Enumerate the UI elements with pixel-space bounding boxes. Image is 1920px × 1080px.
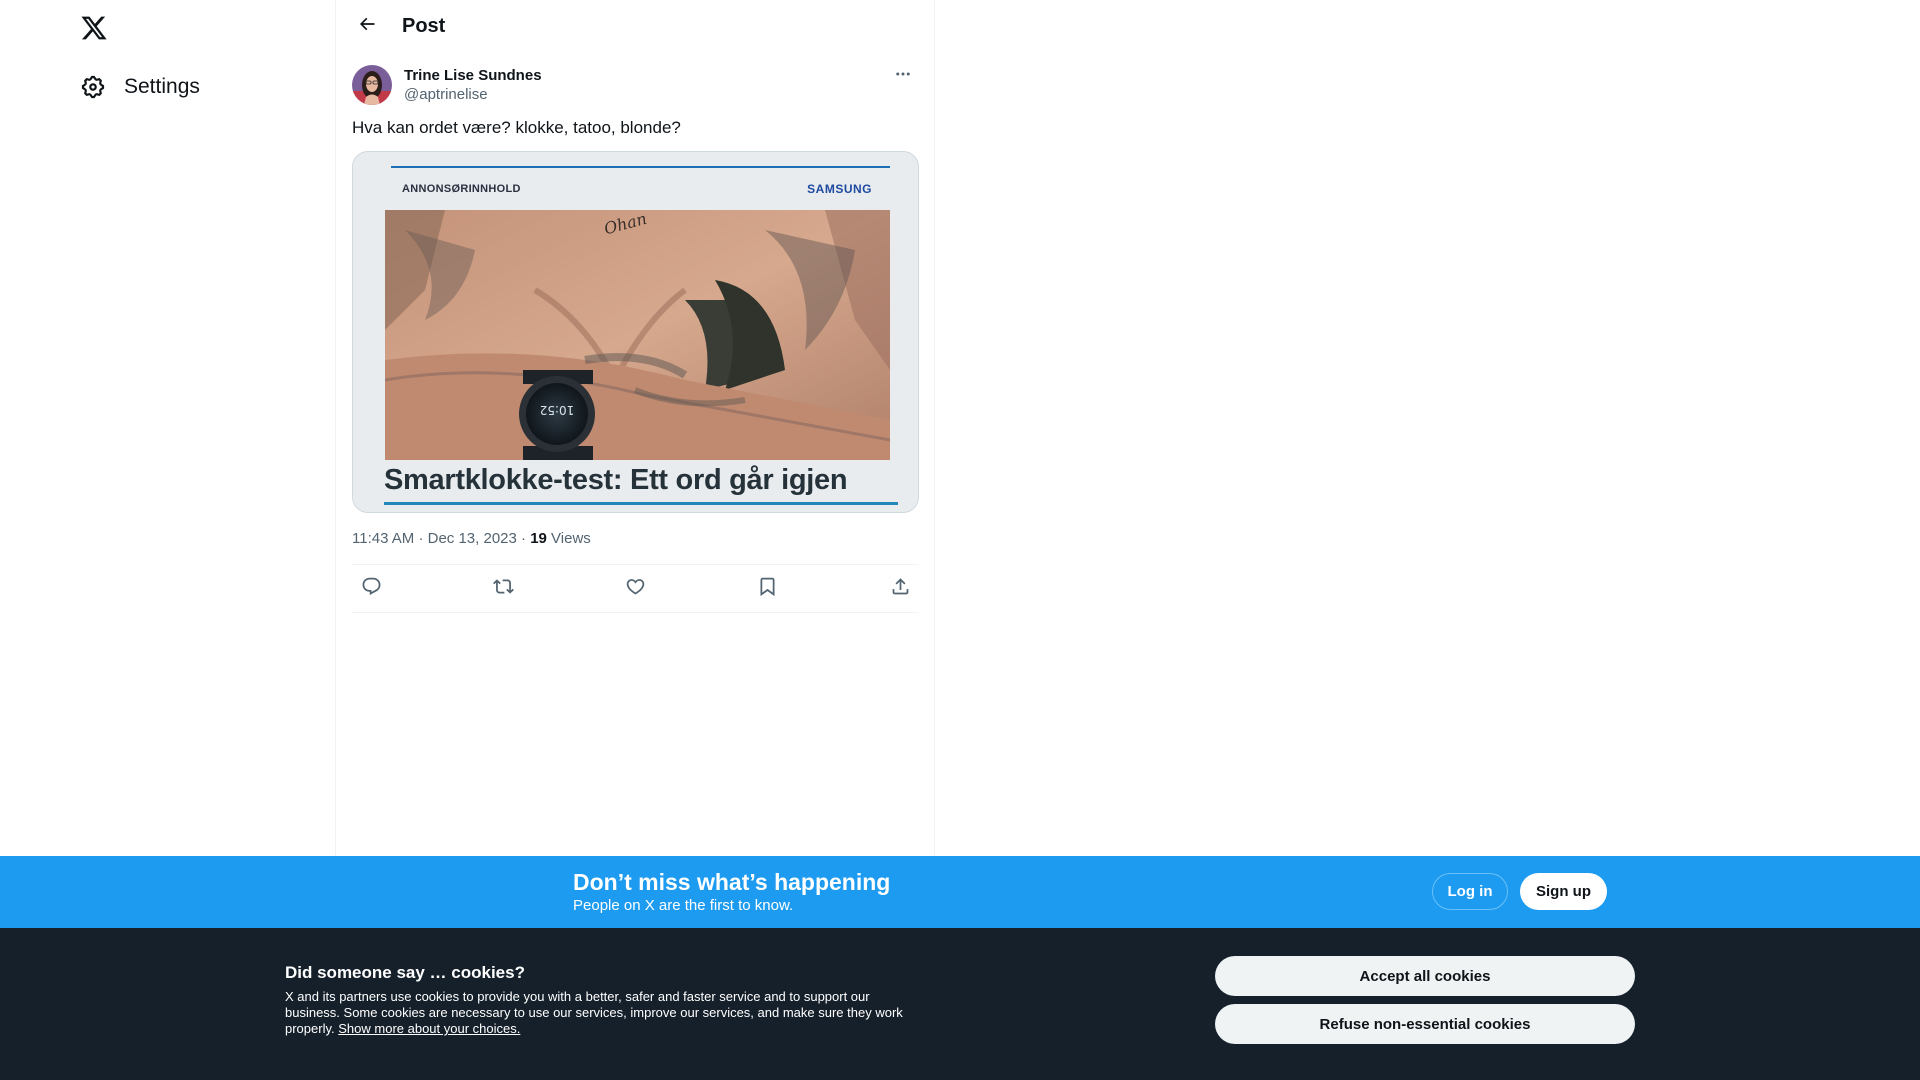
refuse-cookies-button[interactable]: Refuse non-essential cookies bbox=[1215, 1004, 1635, 1044]
media-photo: 10:52 Ohan bbox=[385, 210, 890, 460]
cookie-text: X and its partners use cookies to provid… bbox=[285, 989, 910, 1037]
cookie-title: Did someone say … cookies? bbox=[285, 963, 525, 982]
x-logo-icon[interactable] bbox=[80, 14, 108, 42]
ellipsis-icon bbox=[894, 65, 912, 88]
banner-subtitle: People on X are the first to know. bbox=[573, 897, 794, 914]
post-author: Trine Lise Sundnes @aptrinelise bbox=[352, 65, 918, 105]
like-icon bbox=[625, 576, 646, 602]
reply-button[interactable] bbox=[356, 574, 386, 604]
banner-text: Don’t miss what’s happening People on X … bbox=[573, 868, 890, 916]
post-text: Hva kan ordet være? klokke, tatoo, blond… bbox=[352, 118, 681, 137]
views-count: 19 bbox=[530, 530, 547, 547]
like-button[interactable] bbox=[621, 574, 651, 604]
bookmark-icon bbox=[757, 576, 778, 602]
sidebar-item-label: Settings bbox=[124, 75, 200, 98]
signup-banner: Don’t miss what’s happening People on X … bbox=[0, 856, 1920, 928]
left-nav: Settings bbox=[0, 0, 335, 856]
login-button[interactable]: Log in bbox=[1432, 873, 1508, 910]
avatar[interactable] bbox=[352, 65, 392, 105]
media-clipping: ANNONSØRINNHOLD SAMSUNG 10:52 Ohan Smart… bbox=[353, 152, 918, 512]
banner-title: Don’t miss what’s happening bbox=[573, 869, 891, 895]
back-button[interactable] bbox=[352, 12, 382, 42]
cookie-choices-link[interactable]: Show more about your choices. bbox=[338, 1021, 520, 1036]
post-actions bbox=[352, 564, 919, 613]
repost-button[interactable] bbox=[488, 574, 518, 604]
post-time[interactable]: 11:43 AM bbox=[352, 530, 414, 547]
primary-column: Post Trine Lise Sundnes @aptrinelise Hva… bbox=[335, 0, 935, 856]
arrow-left-icon bbox=[357, 14, 377, 39]
reply-icon bbox=[361, 576, 382, 602]
author-names: Trine Lise Sundnes @aptrinelise bbox=[404, 67, 542, 105]
author-display-name[interactable]: Trine Lise Sundnes bbox=[404, 67, 542, 85]
signup-button[interactable]: Sign up bbox=[1520, 873, 1607, 910]
accept-cookies-button[interactable]: Accept all cookies bbox=[1215, 956, 1635, 996]
page-header: Post bbox=[336, 0, 934, 53]
media-rule-bottom bbox=[384, 502, 898, 505]
meta-separator: · bbox=[418, 530, 428, 547]
cookie-consent: Did someone say … cookies? X and its par… bbox=[0, 928, 1920, 1080]
post-meta: 11:43 AM · Dec 13, 2023 · 19 Views bbox=[352, 530, 918, 550]
repost-icon bbox=[492, 576, 514, 602]
post-media[interactable]: ANNONSØRINNHOLD SAMSUNG 10:52 Ohan Smart… bbox=[352, 151, 919, 513]
watch-time-text: 10:52 bbox=[540, 403, 575, 417]
gear-icon bbox=[80, 74, 106, 100]
media-tag-right: SAMSUNG bbox=[807, 182, 872, 196]
bookmark-button[interactable] bbox=[753, 574, 783, 604]
author-handle[interactable]: @aptrinelise bbox=[404, 85, 542, 105]
sidebar-item-settings[interactable]: Settings bbox=[80, 70, 200, 104]
media-tag-left: ANNONSØRINNHOLD bbox=[402, 183, 521, 195]
more-button[interactable] bbox=[888, 65, 918, 87]
media-headline: Smartklokke-test: Ett ord går igjen bbox=[384, 464, 848, 496]
views-label: Views bbox=[551, 530, 591, 547]
meta-separator: · bbox=[521, 530, 531, 547]
page-title: Post bbox=[402, 15, 446, 37]
share-icon bbox=[890, 576, 911, 602]
share-button[interactable] bbox=[885, 574, 915, 604]
media-rule-top bbox=[391, 166, 890, 168]
post-date[interactable]: Dec 13, 2023 bbox=[428, 530, 517, 547]
post: Trine Lise Sundnes @aptrinelise Hva kan … bbox=[336, 65, 934, 613]
